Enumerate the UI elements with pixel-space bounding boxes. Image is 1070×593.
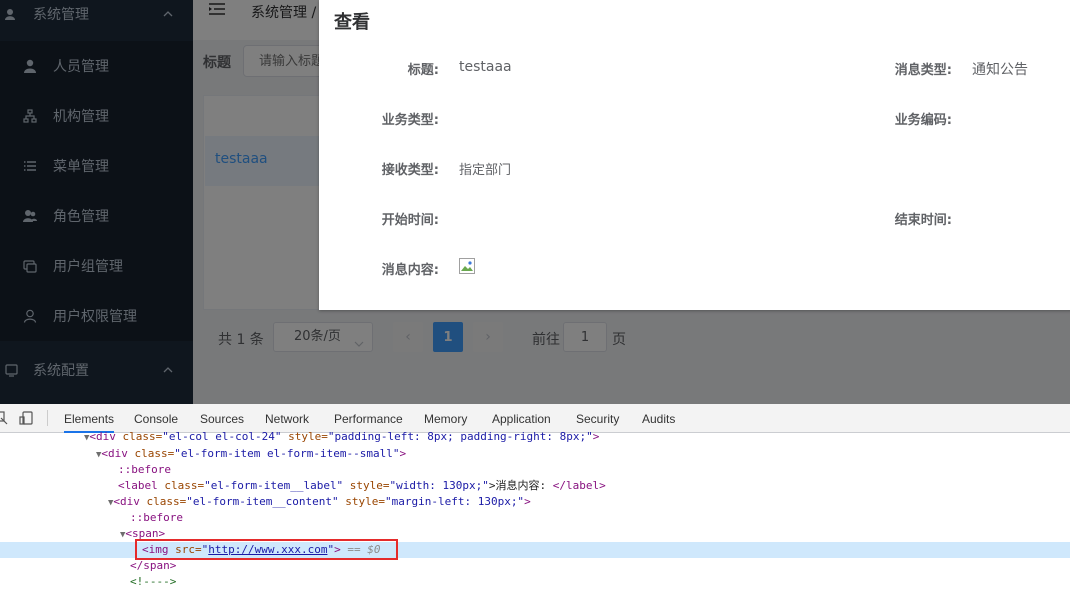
field-recv-type-value: 指定部门 (459, 163, 512, 178)
dom-node-line[interactable]: ::before (0, 510, 1070, 526)
broken-image-icon (459, 258, 475, 274)
device-toolbar-icon[interactable] (19, 411, 33, 425)
dom-node-line[interactable]: ▼<div class="el-col el-col-24" style="pa… (0, 429, 1070, 445)
dom-node-line[interactable]: </span> (0, 558, 1070, 574)
highlight-annotation-box (135, 539, 398, 560)
field-start-label: 开始时间: (381, 213, 439, 228)
app-window: 系统管理 人员管理 机构管理 菜单管理 (0, 0, 1070, 404)
field-recv-type-label: 接收类型: (381, 163, 439, 178)
field-title-value: testaaa (459, 59, 512, 75)
devtools-panel: Elements Console Sources Network Perform… (0, 404, 1070, 593)
field-biz-code-label: 业务编码: (894, 113, 952, 128)
dom-node-line[interactable]: ▼<div class="el-form-item el-form-item--… (0, 446, 1070, 462)
field-biz-type-label: 业务类型: (381, 113, 439, 128)
field-title-label: 标题: (407, 63, 439, 78)
dom-node-line[interactable]: <label class="el-form-item__label" style… (0, 478, 1070, 494)
dom-node-line[interactable]: ::before (0, 462, 1070, 478)
dialog-title: 查看 (334, 12, 370, 33)
dom-node-line[interactable]: ▼<div class="el-form-item__content" styl… (0, 494, 1070, 510)
field-content-label: 消息内容: (381, 263, 439, 278)
view-dialog: 查看 标题: testaaa 消息类型: 通知公告 业务类型: 业务编码: 接收… (319, 0, 1070, 310)
field-msg-type-value: 通知公告 (972, 62, 1028, 78)
field-end-label: 结束时间: (894, 213, 952, 228)
devtools-separator (47, 410, 48, 426)
field-msg-type-label: 消息类型: (894, 63, 952, 78)
inspect-element-icon[interactable] (0, 411, 8, 425)
dom-node-line[interactable]: <!----> (0, 574, 1070, 590)
